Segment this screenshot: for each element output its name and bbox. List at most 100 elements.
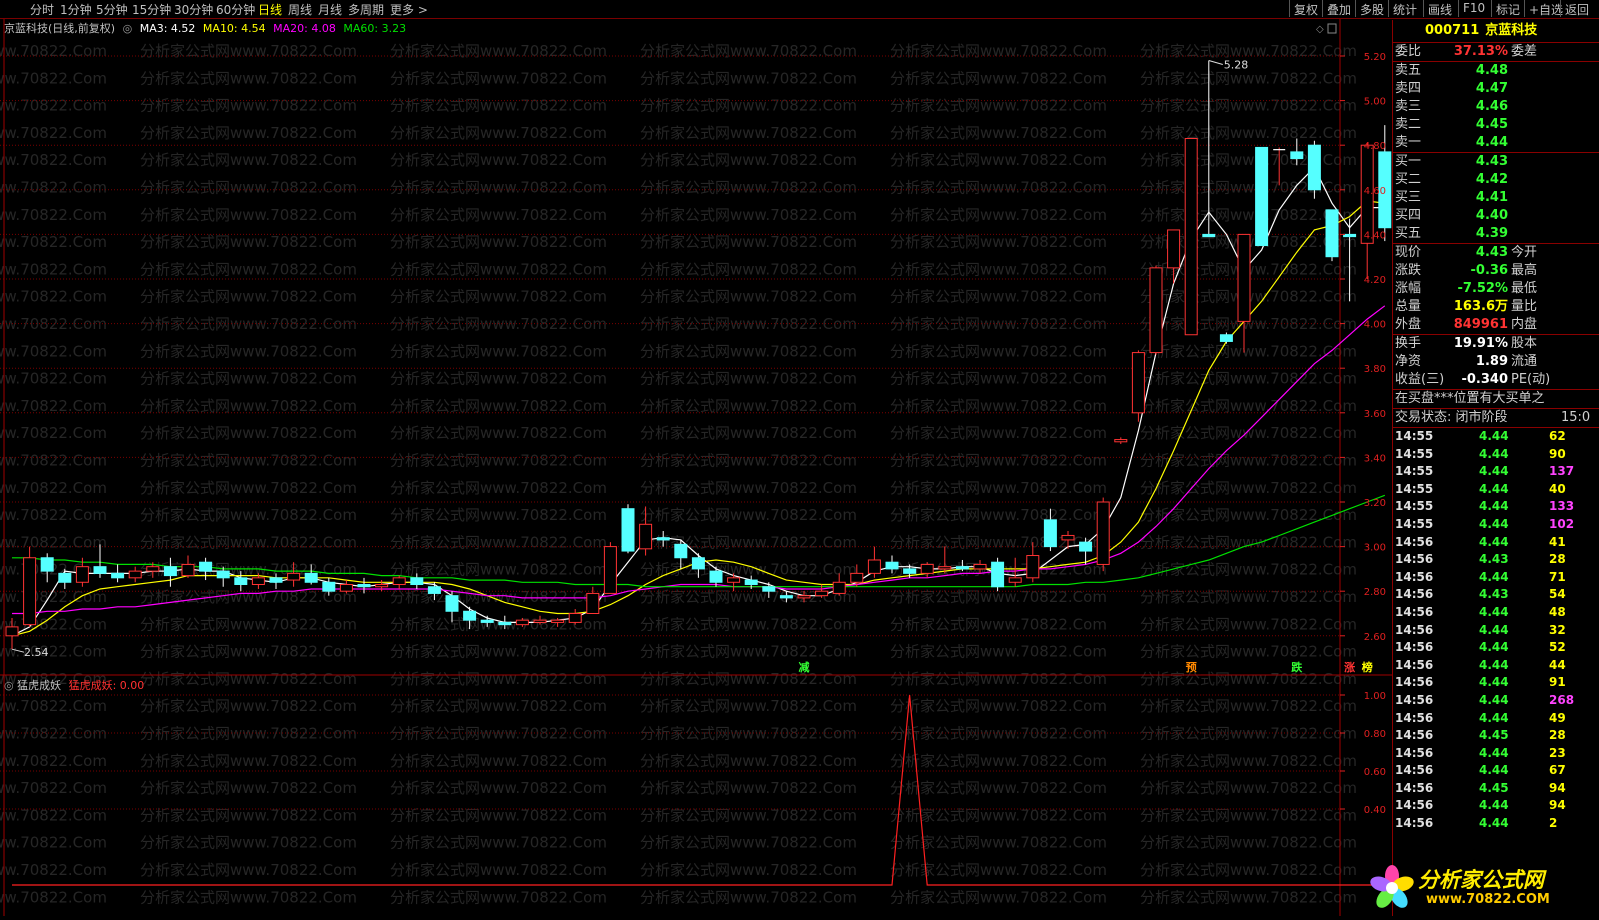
candle-body bbox=[5, 626, 19, 637]
watermark-text: 分析家公式网www.70822.Com bbox=[0, 206, 107, 224]
watermark-text: 分析家公式网www.70822.Com bbox=[890, 69, 1107, 87]
candle-body bbox=[322, 581, 336, 592]
candle bbox=[1307, 140, 1321, 199]
watermark-text: 分析家公式网www.70822.Com bbox=[640, 697, 857, 715]
candle bbox=[339, 580, 353, 594]
watermark-text: 分析家公式网www.70822.Com bbox=[390, 42, 607, 60]
quote-row: 卖四 4.47 bbox=[1393, 80, 1599, 98]
row-label: 现价 bbox=[1395, 245, 1422, 260]
row-label: 卖一 bbox=[1395, 135, 1422, 150]
tick-volume: 23 bbox=[1549, 745, 1566, 760]
candle-body bbox=[1307, 144, 1321, 191]
tool-button[interactable]: 标记 bbox=[1491, 0, 1524, 17]
candle-body bbox=[955, 566, 969, 570]
watermark-text: 分析家公式网www.70822.Com bbox=[890, 752, 1107, 770]
tick-price: 4.44 bbox=[1479, 622, 1509, 637]
candle-body bbox=[656, 537, 670, 541]
tick-time: 14:56 bbox=[1395, 763, 1434, 778]
quote-row: 卖五 4.48 bbox=[1393, 62, 1599, 80]
watermark-text: 分析家公式网www.70822.Com bbox=[890, 151, 1107, 169]
row-value: 4.46 bbox=[1475, 99, 1508, 114]
row-label: 买三 bbox=[1395, 190, 1422, 205]
watermark-text: 分析家公式网www.70822.Com bbox=[1140, 697, 1357, 715]
tool-button[interactable]: 画线 bbox=[1423, 0, 1456, 17]
main-chart-info: 京蓝科技(日线,前复权) ◎ MA3: 4.52 MA10: 4.54 MA20… bbox=[4, 20, 410, 36]
watermark-text: 分析家公式网www.70822.Com bbox=[0, 479, 107, 497]
tick-row: 14:56 4.44 52 bbox=[1393, 639, 1599, 657]
candle-body bbox=[621, 508, 635, 552]
candle bbox=[1114, 437, 1128, 445]
row-label: 买二 bbox=[1395, 172, 1422, 187]
candle-body bbox=[181, 563, 195, 577]
tick-price: 4.44 bbox=[1479, 798, 1509, 813]
watermark-text: 分析家公式网www.70822.Com bbox=[390, 779, 607, 797]
ma10-value: MA10: 4.54 bbox=[202, 22, 266, 35]
watermark-text: 分析家公式网www.70822.Com bbox=[140, 206, 357, 224]
tick-price: 4.44 bbox=[1479, 464, 1509, 479]
tick-row: 14:56 4.44 49 bbox=[1393, 710, 1599, 728]
collapse-icon[interactable]: ◎ bbox=[123, 22, 133, 35]
price-tick-label: 2.60 bbox=[1364, 632, 1386, 643]
row-value: 4.42 bbox=[1475, 172, 1508, 187]
tick-price: 4.44 bbox=[1479, 569, 1509, 584]
candle-body bbox=[1255, 146, 1269, 247]
watermark-text: 分析家公式网www.70822.Com bbox=[890, 397, 1107, 415]
watermark-text: 分析家公式网www.70822.Com bbox=[140, 861, 357, 879]
tick-row: 14:56 4.44 94 bbox=[1393, 797, 1599, 815]
candle-body bbox=[1219, 334, 1233, 342]
tick-row: 14:56 4.44 32 bbox=[1393, 622, 1599, 640]
watermark-text: 分析家公式网www.70822.Com bbox=[640, 888, 857, 906]
candle-body bbox=[287, 572, 301, 581]
tick-time: 14:56 bbox=[1395, 675, 1434, 690]
tick-row: 14:56 4.44 268 bbox=[1393, 692, 1599, 710]
tick-row: 14:56 4.44 44 bbox=[1393, 657, 1599, 675]
signal-marker: 预 bbox=[1186, 660, 1197, 674]
candle bbox=[603, 542, 617, 594]
candle-body bbox=[797, 595, 811, 599]
tick-volume: 28 bbox=[1549, 728, 1566, 743]
candle bbox=[1237, 233, 1251, 353]
watermark-text: 分析家公式网www.70822.Com bbox=[890, 124, 1107, 142]
tool-button[interactable]: 统计 bbox=[1388, 0, 1421, 17]
tick-price: 4.44 bbox=[1479, 534, 1509, 549]
watermark-text: 分析家公式网www.70822.Com bbox=[640, 861, 857, 879]
indicator-name[interactable]: 猛虎成妖 bbox=[17, 679, 61, 692]
candle-body bbox=[1149, 267, 1163, 354]
row-label: 涨跌 bbox=[1395, 263, 1422, 278]
candle-body bbox=[375, 584, 389, 588]
tick-list[interactable]: 14:55 4.44 62 14:55 4.44 90 14:55 4.44 137 14:55 4… bbox=[1393, 427, 1599, 833]
watermark-text: 分析家公式网www.70822.Com bbox=[640, 506, 857, 524]
indicator-collapse-icon[interactable]: ◎ bbox=[4, 679, 14, 692]
watermark-text: 分析家公式网www.70822.Com bbox=[390, 697, 607, 715]
watermark-text: 分析家公式网www.70822.Com bbox=[140, 479, 357, 497]
price-tick-label: 3.40 bbox=[1364, 453, 1386, 464]
row-right-label: 股本 bbox=[1511, 336, 1538, 351]
watermark-text: 分析家公式网www.70822.Com bbox=[390, 288, 607, 306]
kline-chart[interactable]: 分析家公式网www.70822.Com 分析家公式网www.70822.Com 分析… bbox=[0, 0, 1392, 916]
watermark-text: 分析家公式网www.70822.Com bbox=[1140, 124, 1357, 142]
watermark-text: 分析家公式网www.70822.Com bbox=[140, 452, 357, 470]
watermark-text: 分析家公式网www.70822.Com bbox=[1140, 69, 1357, 87]
watermark-text: 分析家公式网www.70822.Com bbox=[890, 342, 1107, 360]
stats-block: 现价 4.43 今开 涨跌 -0.36 最高 涨幅 -7.52% 最低 总量 163.6万 量比 外盘 8… bbox=[1393, 243, 1599, 334]
candle bbox=[1184, 138, 1198, 336]
tick-row: 14:55 4.44 133 bbox=[1393, 498, 1599, 516]
tool-button[interactable]: F10 bbox=[1458, 0, 1489, 17]
tick-time: 14:56 bbox=[1395, 657, 1434, 672]
quote-row: 买二 4.42 bbox=[1393, 171, 1599, 189]
weibi-row: 委比 37.13% 委差 bbox=[1393, 42, 1599, 61]
tool-button[interactable]: 返回 bbox=[1560, 0, 1593, 17]
watermark-text: 分析家公式网www.70822.Com bbox=[0, 643, 107, 661]
watermark-text: 分析家公式网www.70822.Com bbox=[890, 779, 1107, 797]
tick-row: 14:55 4.44 90 bbox=[1393, 446, 1599, 464]
candle bbox=[1255, 146, 1269, 247]
tick-price: 4.44 bbox=[1479, 657, 1509, 672]
tick-time: 14:55 bbox=[1395, 464, 1434, 479]
candle-body bbox=[903, 568, 917, 574]
candle-body bbox=[163, 566, 177, 577]
quote-row: 现价 4.43 今开 bbox=[1393, 244, 1599, 262]
status-row: 交易状态: 闭市阶段 15:0 bbox=[1393, 408, 1599, 427]
candle-body bbox=[216, 570, 230, 579]
tick-volume: 48 bbox=[1549, 604, 1566, 619]
watermark-text: 分析家公式网www.70822.Com bbox=[140, 506, 357, 524]
